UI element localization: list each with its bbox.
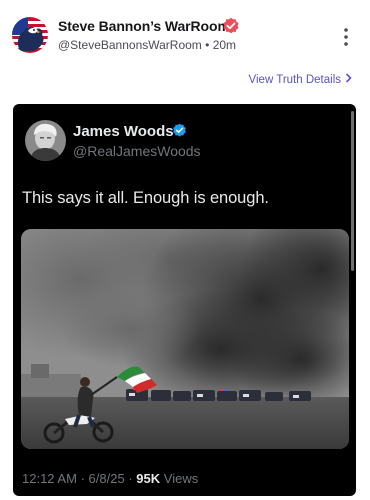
author-avatar[interactable] — [12, 17, 48, 53]
x-verified-badge-icon — [172, 123, 187, 138]
embed-date: 6/8/25 — [88, 471, 125, 486]
chevron-right-icon — [345, 73, 352, 86]
embedded-post-image[interactable]: James Woods @RealJamesWoods This says it… — [13, 104, 356, 496]
embed-views-label: Views — [163, 471, 199, 486]
embed-time: 12:12 AM — [22, 471, 77, 486]
post-time[interactable]: 20m — [213, 38, 236, 52]
verified-badge-icon — [222, 17, 240, 35]
author-handle[interactable]: @SteveBannonsWarRoom — [58, 38, 202, 52]
embed-author-name: James Woods — [73, 123, 174, 140]
more-options-button[interactable] — [337, 26, 355, 48]
embed-footer: 12:12 AM · 6/8/25 · 95K Views — [22, 471, 198, 486]
embed-author-handle: @RealJamesWoods — [73, 143, 201, 159]
view-details-label: View Truth Details — [248, 74, 341, 86]
embed-author-avatar — [25, 120, 66, 161]
more-vertical-icon — [344, 28, 348, 46]
author-meta: @SteveBannonsWarRoom • 20m — [58, 38, 236, 52]
embed-dot-1: · — [80, 471, 85, 486]
view-truth-details-link[interactable]: View Truth Details — [249, 73, 352, 86]
embed-scrollbar[interactable] — [351, 111, 354, 271]
post-header: Steve Bannon’s WarRoom @SteveBannonsWarR… — [0, 0, 370, 62]
embed-text: This says it all. Enough is enough. — [22, 189, 269, 207]
embed-photo — [21, 229, 349, 449]
embed-views-count: 95K — [136, 471, 161, 486]
meta-separator: • — [205, 38, 210, 52]
embed-dot-2: · — [128, 471, 133, 486]
author-name[interactable]: Steve Bannon’s WarRoom — [58, 18, 230, 34]
